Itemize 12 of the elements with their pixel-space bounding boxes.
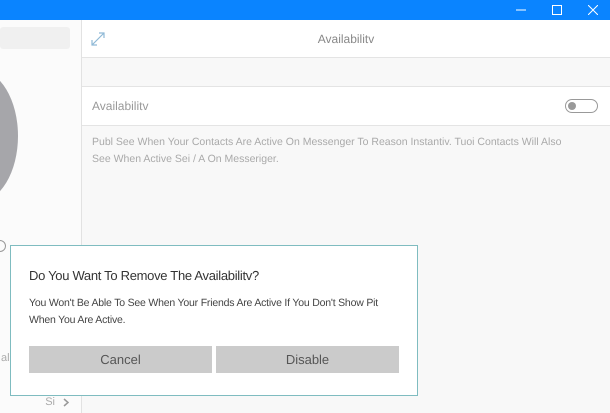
- maximize-icon[interactable]: [552, 5, 562, 15]
- toggle-switch[interactable]: [565, 99, 598, 113]
- expand-icon[interactable]: [90, 30, 106, 46]
- chevron-right-icon: [63, 398, 69, 406]
- dialog-title: Do You Want To Remove The Availabilitv?: [29, 268, 260, 283]
- setting-description: Publ See When Your Contacts Are Active On Messenger To Reason Instantiv. Tuoi Contacts Will Also See When Active Sei / A On Messeriger.: [92, 135, 562, 167]
- setting-label: Availabilitv: [92, 99, 148, 113]
- disable-button[interactable]: Disable: [216, 346, 399, 373]
- close-icon[interactable]: [588, 5, 598, 15]
- dialog-message: You Won't Be Able To See When Your Friends Are Active If You Don't Show Pit When You Are Active.: [29, 296, 380, 328]
- cancel-button[interactable]: Cancel: [29, 346, 212, 373]
- window-title: Availabilitv: [318, 32, 374, 46]
